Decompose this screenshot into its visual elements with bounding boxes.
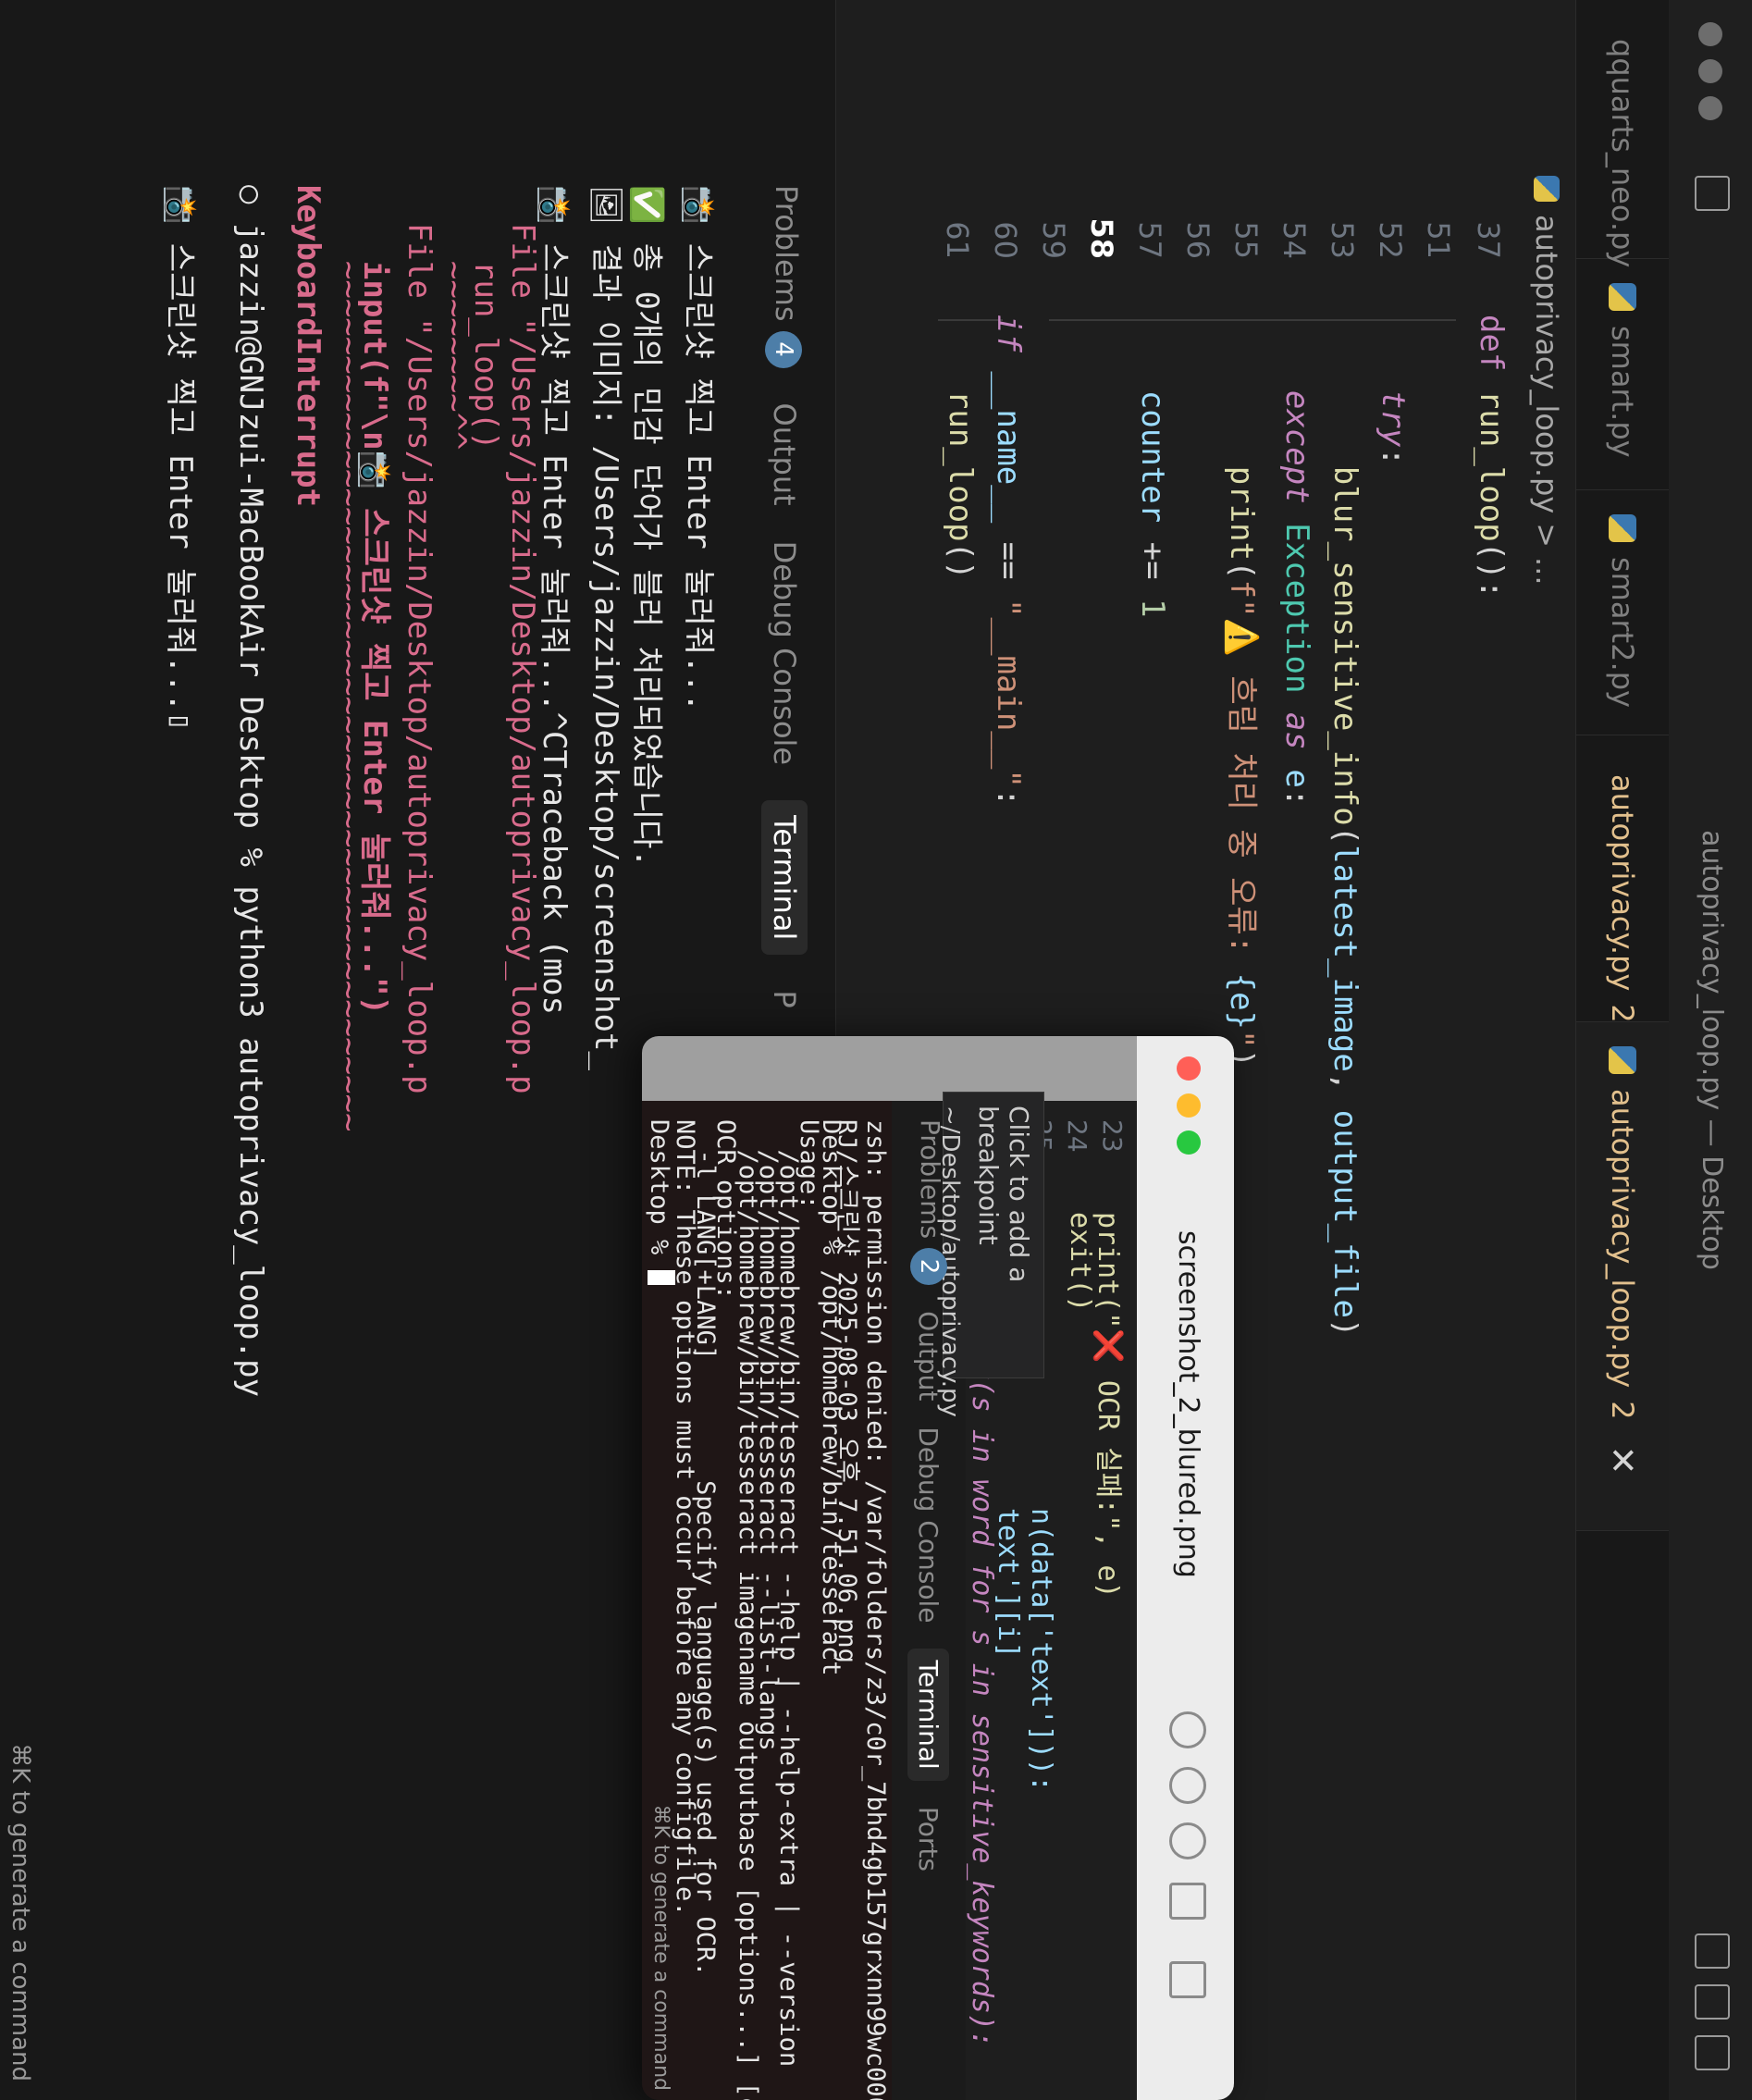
toggle-secondary-sidebar-icon[interactable]	[1695, 1984, 1730, 2020]
tab-problems[interactable]: Problems2	[910, 1119, 947, 1286]
code-line: counter += 1	[1134, 389, 1171, 618]
tab-autoprivacy-loop[interactable]: autoprivacy_loop.py 2 ✕	[1576, 1022, 1669, 1531]
generate-command-hint: ⌘K to generate a command	[649, 1804, 672, 2091]
tab-smart2[interactable]: smart2.py	[1576, 490, 1669, 735]
line-number: 56	[1180, 221, 1215, 259]
tab-smart[interactable]: smart.py	[1576, 259, 1669, 490]
python-file-icon	[1609, 1046, 1636, 1074]
tab-debug-console[interactable]: Debug Console	[767, 541, 802, 765]
zoom-window-button[interactable]	[1177, 1130, 1201, 1155]
zoom-in-icon[interactable]	[1169, 1822, 1206, 1859]
image-viewer-title-bar: screenshot_2_blured.png	[1137, 1036, 1234, 2100]
problem-count: 2	[1605, 1004, 1640, 1023]
line-number: 54	[1277, 221, 1312, 259]
breadcrumb-symbol[interactable]: ...	[1529, 557, 1564, 586]
line-number: 59	[1036, 221, 1071, 259]
window-background-area	[642, 1036, 1137, 1101]
tab-terminal[interactable]: Terminal	[761, 800, 808, 956]
tab-qquarts-neo[interactable]: qquarts_neo.py	[1576, 0, 1669, 267]
breakpoint-tooltip: Click to add a breakpoint ~/Desktop/auto…	[936, 1092, 1044, 1417]
image-file-name: screenshot_2_blured.png	[1172, 1230, 1204, 1578]
zoom-out-icon[interactable]	[1169, 1767, 1206, 1804]
terminal-line: ~~~~~~~~^^	[436, 185, 473, 451]
line-number: 53	[1325, 221, 1360, 259]
python-file-icon	[1609, 514, 1636, 542]
minimize-window-button[interactable]	[1177, 1093, 1201, 1118]
python-file-icon	[1609, 283, 1636, 311]
tab-label: autoprivacy.py	[1605, 774, 1640, 992]
problem-count: 2	[1605, 1401, 1640, 1420]
terminal-line: 📸 스크린샷 찍고 Enter 눌러줘...	[680, 185, 717, 712]
terminal-line: ✅ 총 0개의 민감 단어가 블러 처리되었습니다.	[628, 185, 665, 868]
code-line: if __name__ == "__main__":	[990, 315, 1027, 808]
line-number: 60	[988, 221, 1023, 259]
terminal-cursor	[648, 1269, 675, 1285]
tab-label: qquarts_neo.py	[1605, 39, 1640, 268]
tooltip-text: Click to add a breakpoint	[973, 1106, 1034, 1283]
code-editor[interactable]: 37 def run_loop(): 51 52 try: 53 blur_se…	[929, 0, 1521, 1337]
tab-terminal[interactable]: Terminal	[907, 1649, 950, 1781]
code-line: print("❌ OCR 실패:", e)	[1092, 1212, 1124, 1599]
breadcrumb-separator: >	[1529, 523, 1564, 549]
line-number: 52	[1373, 221, 1408, 259]
terminal-line: run_loop()	[467, 185, 504, 451]
line-number: 24	[1062, 1119, 1092, 1153]
code-line: blur_sensitive_info(latest_image, output…	[1326, 465, 1363, 1338]
line-number: 51	[1421, 221, 1456, 259]
floating-panel-tabs: Problems2 Output Debug Console Terminal …	[901, 1119, 956, 1871]
line-number: 23	[1097, 1119, 1128, 1153]
share-icon[interactable]	[1169, 1883, 1206, 1920]
tab-output[interactable]: Output	[767, 403, 802, 506]
line-number: 55	[1228, 221, 1264, 259]
code-line: n(data['text'])):	[1025, 1508, 1057, 1793]
code-line: def run_loop():	[1473, 315, 1510, 599]
code-line: except Exception as e:	[1278, 389, 1315, 808]
generate-command-hint: ⌘K to generate a command	[6, 1743, 34, 2081]
toggle-panel-icon[interactable]	[1695, 1933, 1730, 1969]
terminal-line: File "/Users/jazzin/Desktop/autoprivacy_…	[504, 185, 541, 1094]
terminal-input-line[interactable]: 📸 스크린샷 찍고 Enter 눌러줘...▯	[161, 185, 206, 731]
current-line-number: 58	[1084, 217, 1119, 259]
editor-tab-bar: qquarts_neo.py smart.py smart2.py autopr…	[1575, 0, 1669, 2100]
tab-ports[interactable]: P	[767, 990, 802, 1007]
tab-autoprivacy[interactable]: autoprivacy.py 2	[1576, 735, 1669, 1023]
close-window-button[interactable]	[1177, 1056, 1201, 1081]
python-file-icon	[1534, 176, 1560, 202]
terminal-line: 📸 스크린샷 찍고 Enter 눌러줘...^CTraceback (mos	[536, 185, 573, 1016]
breadcrumb-file[interactable]: autoprivacy_loop.py	[1529, 215, 1564, 513]
problems-count-badge: 2	[910, 1248, 947, 1286]
title-bar: autoprivacy_loop.py — Desktop	[1668, 0, 1752, 2100]
markup-icon[interactable]	[1169, 1961, 1206, 1998]
window-title: autoprivacy_loop.py — Desktop	[1696, 830, 1728, 1270]
line-number: 61	[940, 221, 975, 259]
terminal-line: File "/Users/jazzin/Desktop/autoprivacy_…	[401, 185, 438, 1094]
terminal-prompt-line: Desktop %	[645, 1119, 675, 1285]
line-number: 37	[1471, 221, 1506, 259]
panel-tabs: Problems4 Output Debug Console Terminal …	[752, 185, 817, 1008]
problems-count-badge: 4	[765, 330, 802, 368]
line-number: 57	[1132, 221, 1167, 259]
code-line: exit()	[1064, 1212, 1096, 1313]
tab-output[interactable]: Output	[914, 1311, 944, 1401]
terminal-line: ~~~~~~~~~~~~~~~~~~~~~~~~~~~~~~~~~~~~~~~~…	[330, 185, 367, 1132]
code-line: try:	[1375, 389, 1412, 466]
code-line: run_loop()	[942, 389, 979, 580]
terminal-line: KeyboardInterrupt	[290, 185, 327, 507]
vscode-window: autoprivacy_loop.py — Desktop qquarts_ne…	[0, 0, 1752, 2100]
tab-problems[interactable]: Problems4	[765, 185, 804, 368]
tab-ports[interactable]: Ports	[914, 1807, 944, 1871]
code-line: print(f"⚠️ 흐림 처리 중 오류: {e}")	[1223, 465, 1260, 1069]
tab-label: autoprivacy_loop.py	[1605, 1089, 1640, 1389]
terminal-line: 🖼 결과 이미지: /Users/jazzin/Desktop/screensh…	[587, 185, 624, 1070]
info-icon[interactable]	[1169, 1711, 1206, 1748]
breadcrumb: autoprivacy_loop.py > ...	[1519, 176, 1574, 586]
tab-debug-console[interactable]: Debug Console	[914, 1427, 944, 1623]
terminal-prompt-line: ○ jazzin@GNJzui-MacBookAir Desktop % pyt…	[232, 185, 269, 1398]
floating-vscode-window: screenshot_2_blured.png 23 print("❌ OCR …	[642, 1036, 1234, 2100]
floating-terminal[interactable]: zsh: permission denied: /var/folders/z3/…	[642, 1101, 892, 2100]
tab-label: smart.py	[1605, 326, 1640, 458]
tab-label: smart2.py	[1605, 557, 1640, 708]
customize-layout-icon[interactable]	[1695, 2035, 1730, 2070]
close-tab-icon[interactable]: ✕	[1602, 1446, 1643, 1476]
